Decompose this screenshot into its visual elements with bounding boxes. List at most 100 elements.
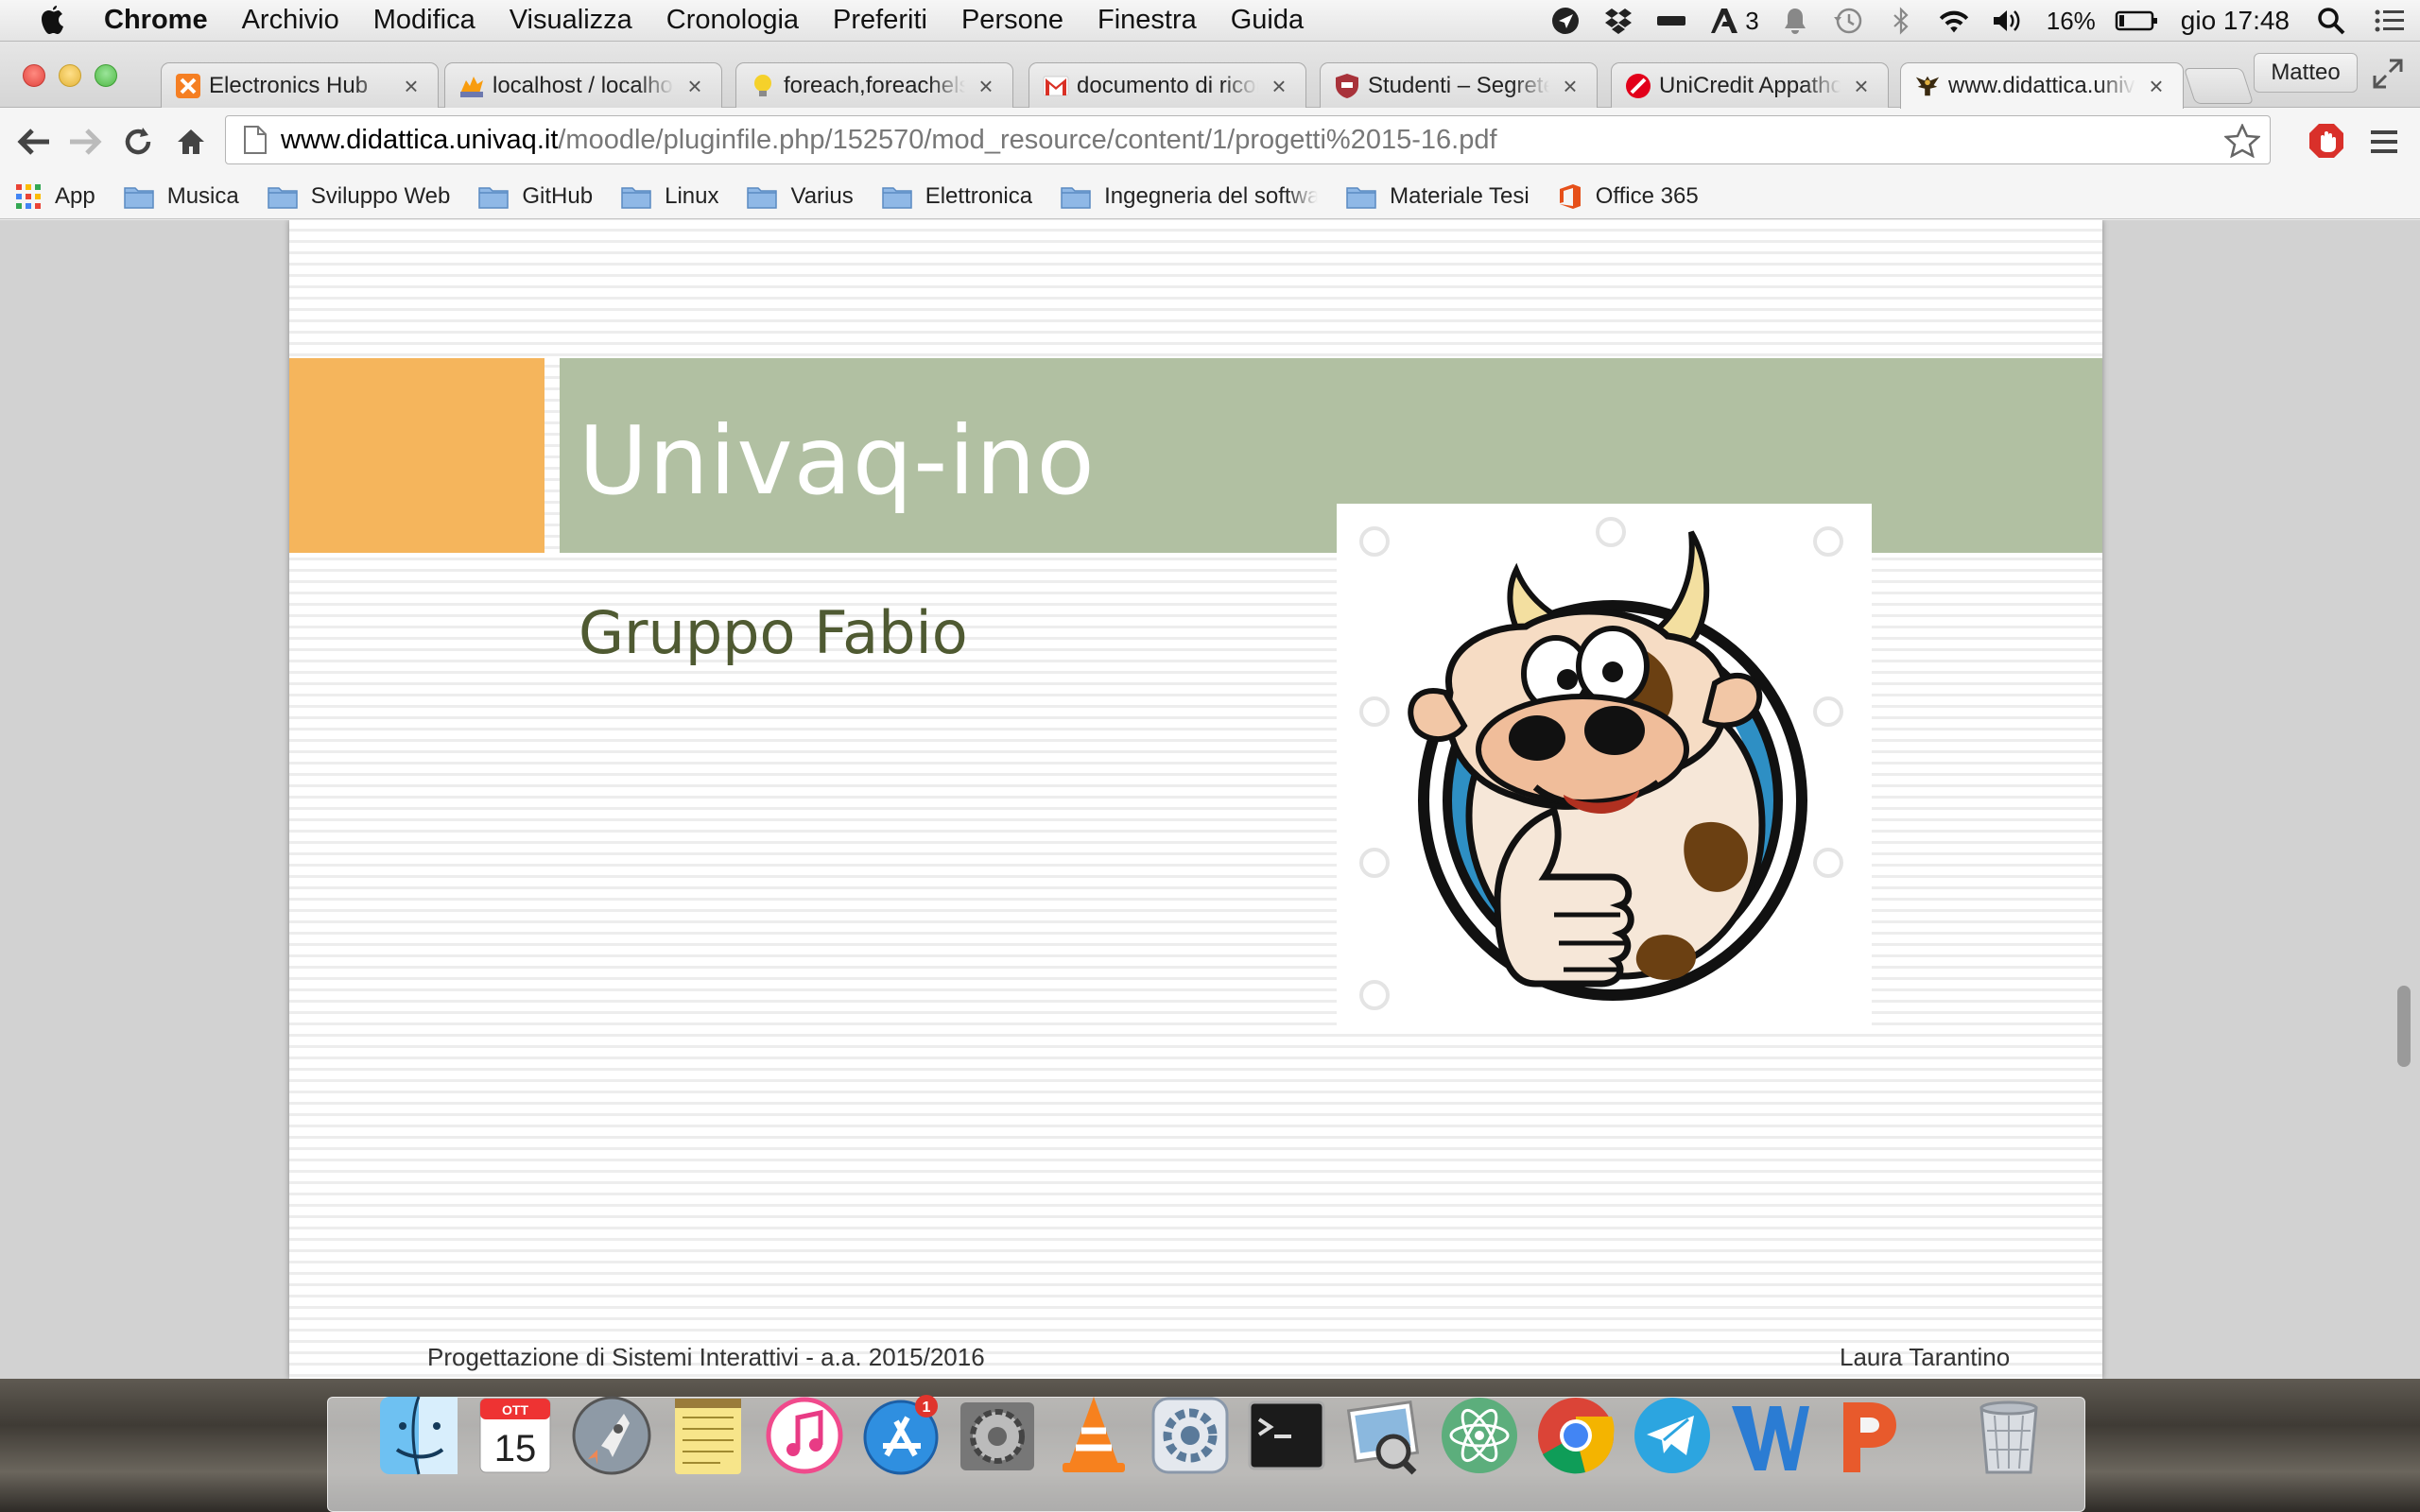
powerpoint-icon[interactable]	[1823, 1393, 1908, 1478]
tab-unicredit[interactable]: UniCredit Appathon ×	[1611, 62, 1889, 108]
tab-foreach[interactable]: foreach,foreachelse ×	[735, 62, 1013, 108]
battery-icon[interactable]	[2115, 4, 2158, 38]
chrome-icon[interactable]	[1533, 1393, 1618, 1478]
lightbulb-icon	[750, 73, 776, 99]
phpmyadmin-icon	[458, 73, 485, 99]
telegram-icon[interactable]	[1630, 1393, 1715, 1478]
accent-block	[289, 358, 544, 553]
home-button[interactable]	[172, 123, 210, 161]
clock[interactable]: gio 17:48	[2181, 6, 2290, 36]
folder-icon	[123, 184, 154, 209]
menu-cronologia[interactable]: Cronologia	[666, 5, 799, 36]
dropbox-icon[interactable]	[1601, 4, 1635, 38]
back-button[interactable]	[15, 123, 53, 161]
menu-persone[interactable]: Persone	[961, 5, 1063, 36]
shield-icon	[1334, 73, 1360, 99]
tab-close-icon[interactable]: ×	[2145, 74, 2168, 98]
time-machine-icon[interactable]	[1831, 4, 1865, 38]
bookmark-folder-materiale-tesi[interactable]: Materiale Tesi	[1346, 183, 1530, 210]
settings-icon[interactable]	[1148, 1393, 1233, 1478]
footer-author: Laura Tarantino	[1840, 1343, 2011, 1371]
notification-center-icon[interactable]	[2373, 4, 2407, 38]
tab-electronics-hub[interactable]: Electronics Hub ×	[161, 62, 439, 108]
url-path: /moodle/pluginfile.php/152570/mod_resour…	[558, 124, 1497, 155]
tab-strip: Electronics Hub × localhost / localhost …	[0, 42, 2420, 109]
notes-icon[interactable]	[666, 1393, 751, 1478]
menu-preferiti[interactable]: Preferiti	[833, 5, 927, 36]
profile-button[interactable]: Matteo	[2254, 53, 2358, 93]
word-icon[interactable]	[1726, 1393, 1811, 1478]
itunes-icon[interactable]	[762, 1393, 847, 1478]
slide-subtitle: Gruppo Fabio	[579, 598, 968, 667]
fullscreen-icon[interactable]	[2371, 57, 2405, 91]
battery-saver-icon[interactable]	[1654, 4, 1688, 38]
tab-close-icon[interactable]: ×	[1268, 74, 1290, 98]
bookmark-folder-ingegneria-del-software[interactable]: Ingegneria del software	[1061, 183, 1318, 210]
folder-icon	[478, 184, 510, 209]
terminal-icon[interactable]	[1244, 1393, 1329, 1478]
battery-percent: 16%	[2046, 6, 2096, 35]
tab-close-icon[interactable]: ×	[1559, 74, 1582, 98]
atom-icon[interactable]	[1437, 1393, 1522, 1478]
folder-icon	[1061, 184, 1091, 209]
tab-close-icon[interactable]: ×	[975, 74, 997, 98]
forward-button[interactable]	[66, 123, 104, 161]
system-preferences-icon[interactable]	[955, 1393, 1040, 1478]
menu-app-name[interactable]: Chrome	[104, 5, 208, 36]
reload-button[interactable]	[119, 123, 157, 161]
bookmarks-bar: App Musica Sviluppo Web GitHub Linux Var…	[0, 174, 2420, 219]
adobe-icon[interactable]	[1707, 4, 1741, 38]
menu-visualizza[interactable]: Visualizza	[510, 5, 632, 36]
bookmark-folder-github[interactable]: GitHub	[478, 183, 593, 210]
menu-guida[interactable]: Guida	[1231, 5, 1304, 36]
volume-icon[interactable]	[1990, 4, 2024, 38]
tab-localhost[interactable]: localhost / localhost ×	[444, 62, 722, 108]
menu-finestra[interactable]: Finestra	[1098, 5, 1197, 36]
adblock-icon[interactable]	[2307, 121, 2346, 161]
wifi-icon[interactable]	[1937, 4, 1971, 38]
new-tab-button[interactable]	[2183, 68, 2255, 104]
bookmark-office-365[interactable]: Office 365	[1558, 182, 1699, 211]
bluetooth-icon[interactable]	[1884, 4, 1918, 38]
bookmark-folder-elettronica[interactable]: Elettronica	[881, 183, 1032, 210]
bookmark-folder-varius[interactable]: Varius	[747, 183, 854, 210]
tab-close-icon[interactable]: ×	[1850, 74, 1873, 98]
tab-close-icon[interactable]: ×	[400, 74, 423, 98]
menu-archivio[interactable]: Archivio	[242, 5, 339, 36]
preview-icon[interactable]	[1340, 1393, 1426, 1478]
browser-toolbar: www.didattica.univaq.it/moodle/pluginfil…	[0, 108, 2420, 174]
cow-illustration	[1337, 504, 1872, 1029]
calendar-day: 15	[494, 1428, 537, 1469]
univaq-eagle-icon	[1914, 73, 1941, 99]
location-icon[interactable]	[1548, 4, 1582, 38]
tab-gmail[interactable]: documento di ricono ×	[1028, 62, 1306, 108]
finder-icon[interactable]	[376, 1393, 461, 1478]
bookmark-folder-musica[interactable]: Musica	[123, 183, 239, 210]
zoom-window-button[interactable]	[95, 64, 117, 87]
tab-didattica-univaq[interactable]: www.didattica.univaq ×	[1900, 62, 2184, 109]
folder-icon	[881, 184, 912, 209]
bookmark-star-icon[interactable]	[2224, 124, 2260, 158]
vlc-icon[interactable]	[1051, 1393, 1136, 1478]
app-store-icon[interactable]: 1	[858, 1393, 943, 1478]
menu-modifica[interactable]: Modifica	[373, 5, 475, 36]
spotlight-icon[interactable]	[2314, 4, 2348, 38]
chrome-menu-icon[interactable]	[2365, 123, 2403, 161]
calendar-icon[interactable]: OTT 15	[473, 1393, 558, 1478]
office-icon	[1558, 182, 1582, 211]
footer-course: Progettazione di Sistemi Interattivi - a…	[427, 1343, 985, 1371]
bookmark-app[interactable]: App	[15, 183, 95, 210]
tab-studenti-segreteria[interactable]: Studenti – Segreteria ×	[1320, 62, 1598, 108]
minimize-window-button[interactable]	[59, 64, 81, 87]
trash-icon[interactable]	[1966, 1393, 2051, 1478]
address-bar[interactable]: www.didattica.univaq.it/moodle/pluginfil…	[225, 115, 2271, 164]
apple-menu-icon[interactable]	[32, 0, 74, 42]
bookmark-folder-sviluppo-web[interactable]: Sviluppo Web	[267, 183, 450, 210]
close-window-button[interactable]	[23, 64, 45, 87]
bookmark-folder-linux[interactable]: Linux	[621, 183, 718, 210]
tab-close-icon[interactable]: ×	[683, 74, 706, 98]
vertical-scrollbar[interactable]	[2397, 986, 2411, 1067]
notifications-icon[interactable]	[1778, 4, 1812, 38]
launchpad-icon[interactable]	[569, 1393, 654, 1478]
xampp-icon	[175, 73, 201, 99]
